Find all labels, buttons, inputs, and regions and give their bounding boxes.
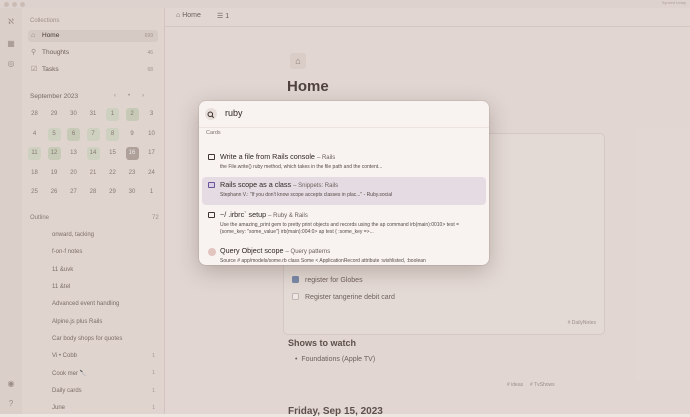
result-snippet: the File.write() ruby method, which take… <box>220 164 383 170</box>
result-item-selected[interactable]: Rails scope as a class – Snippets: Rails… <box>202 177 486 205</box>
search-icon <box>205 108 217 120</box>
result-title: Write a file from Rails console <box>220 152 315 161</box>
search-input[interactable]: ruby <box>225 108 243 118</box>
result-item[interactable]: ~/ .irbrc` setup – Ruby & Rails Use the … <box>202 207 486 237</box>
result-collection: – Snippets: Rails <box>293 183 339 189</box>
result-snippet: Use the amazing_print gem to pretty prin… <box>220 222 460 235</box>
result-collection: – Rails <box>316 155 336 161</box>
search-row: ruby <box>199 101 489 128</box>
ruby-icon <box>208 248 216 256</box>
card-icon <box>208 154 215 160</box>
result-item[interactable]: Write a file from Rails console – Rails … <box>202 149 486 177</box>
result-collection: – Query patterns <box>285 249 331 255</box>
result-item[interactable]: Query Object scope – Query patterns Sour… <box>202 243 486 265</box>
snippet-card-icon <box>208 182 215 188</box>
results-section-label: Cards <box>206 130 221 136</box>
result-snippet: Source # app/models/some.rb class Some <… <box>220 258 426 264</box>
card-icon <box>208 212 215 218</box>
result-title: ~/ .irbrc` setup <box>220 210 267 219</box>
result-title: Rails scope as a class <box>220 180 292 189</box>
result-title: Query Object scope <box>220 246 284 255</box>
result-snippet: Stephann V.: "If you don't know scope ac… <box>220 192 393 198</box>
search-palette: ruby Cards Write a file from Rails conso… <box>199 101 489 265</box>
result-collection: – Ruby & Rails <box>268 213 308 219</box>
